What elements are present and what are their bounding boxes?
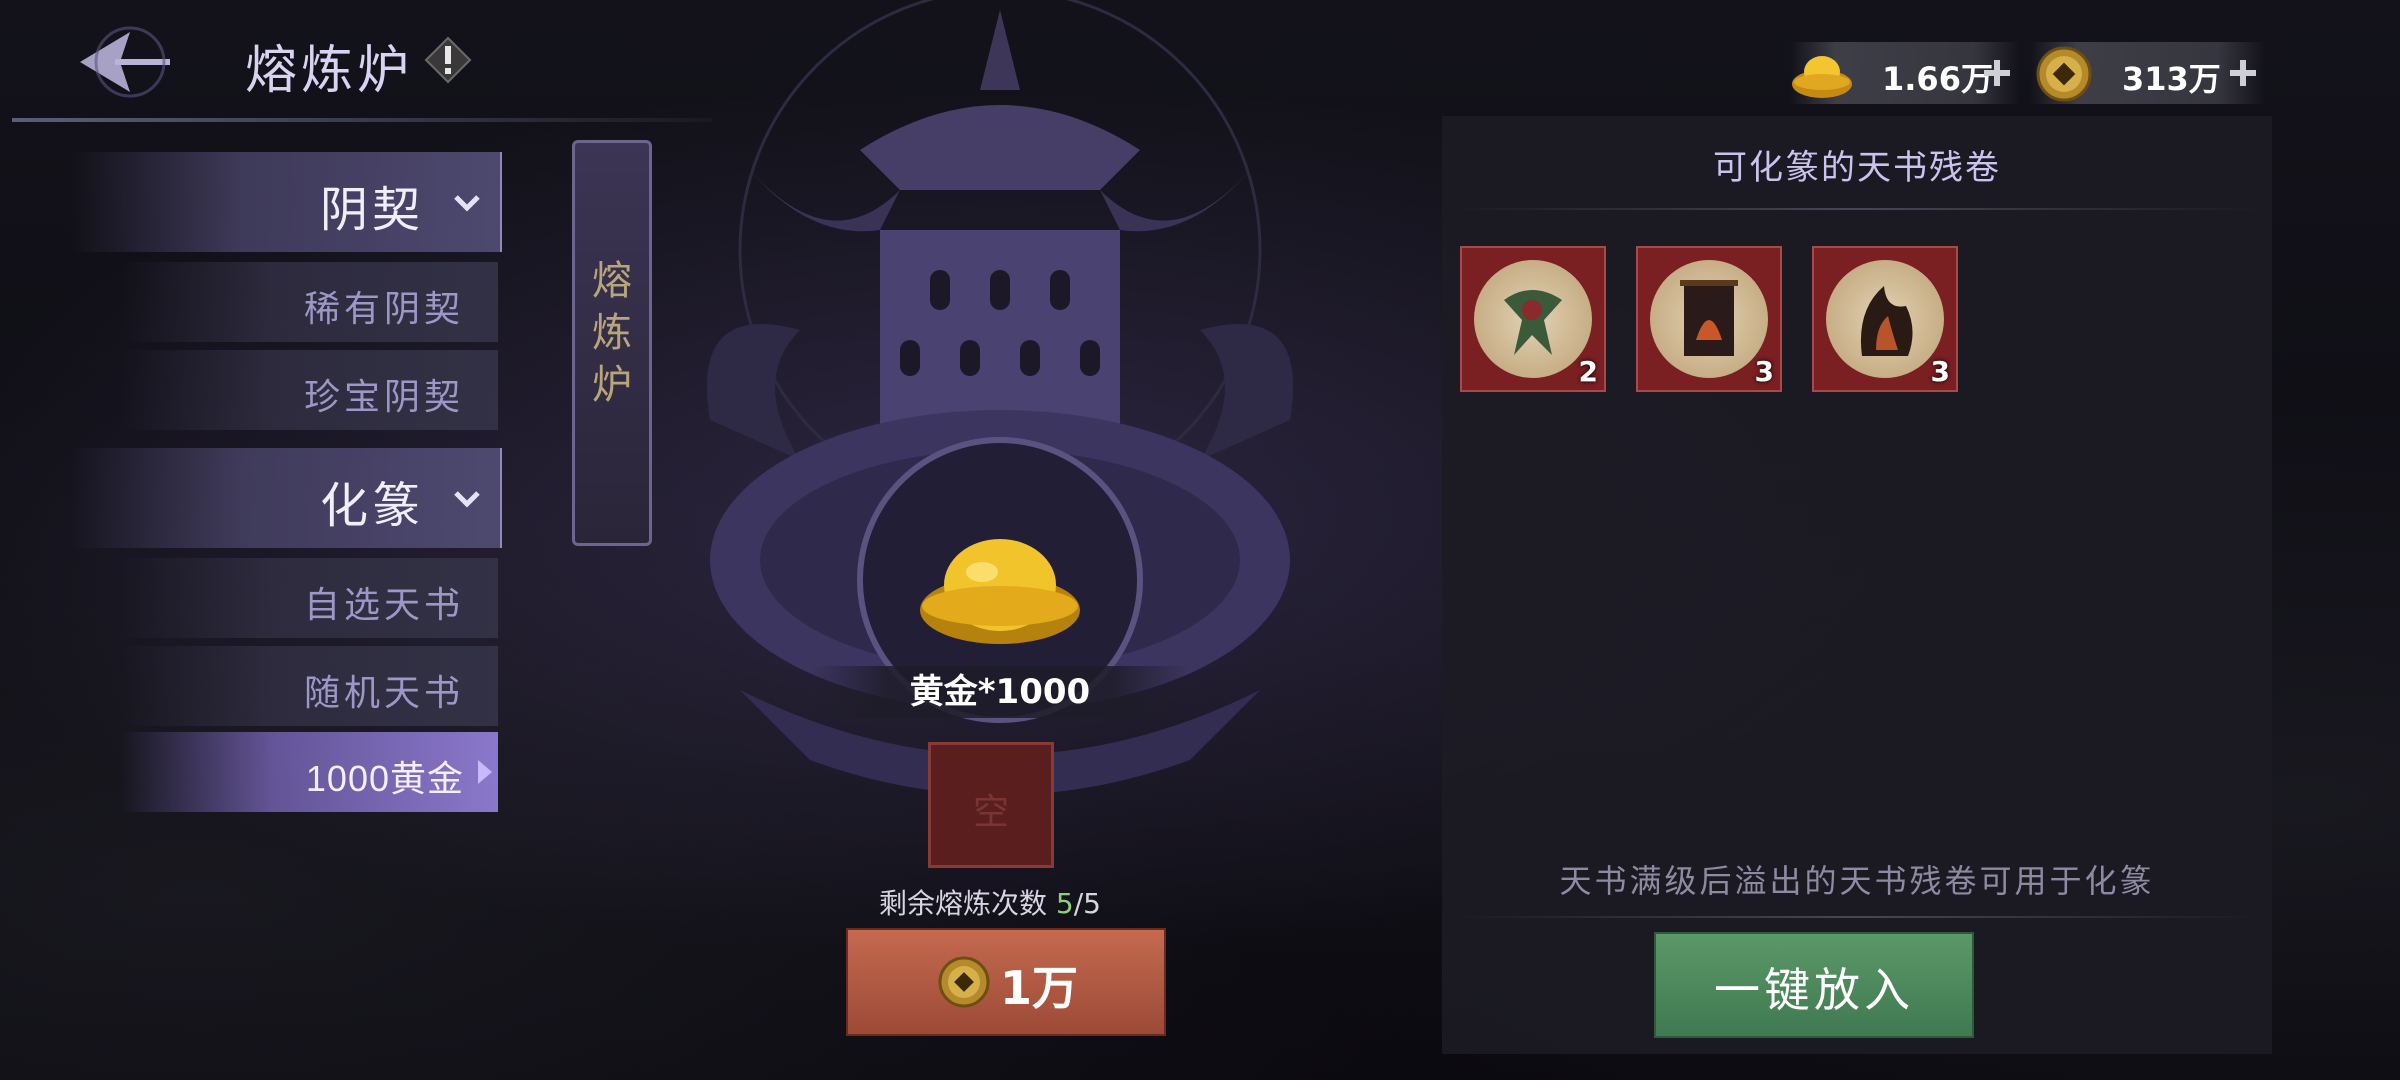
chevron-down-icon [454,195,480,212]
add-coin-button[interactable] [2226,56,2260,90]
back-button[interactable] [60,22,200,102]
menu-item-label: 稀有阴契 [303,289,464,330]
scroll-fragment-bird-icon [1474,260,1592,378]
add-gold-button[interactable] [1980,56,2014,90]
panel-title: 可化篆的天书残卷 [1713,148,2001,188]
header-divider [12,118,712,122]
remaining-current: 5 [1055,887,1074,920]
menu-item-label: 自选天书 [303,585,464,626]
copper-coin-icon [2036,46,2092,102]
gold-currency: 1.66万 [1790,42,2020,104]
menu-item-select-book[interactable]: 自选天书 [120,558,498,638]
selected-arrow-icon [478,760,492,784]
panel-divider [1454,916,2260,918]
menu-item-label: 1000黄金 [305,758,464,799]
remaining-count: 剩余熔炼次数 5/5 [850,882,1130,922]
info-button[interactable] [424,36,472,84]
fragment-count: 3 [1754,355,1774,388]
panel-hint: 天书满级后溢出的天书残卷可用于化篆 [1559,862,2155,900]
menu-item-1000-gold[interactable]: 1000黄金 [120,732,498,812]
menu-item-random-book[interactable]: 随机天书 [120,646,498,726]
fragment-count: 3 [1930,355,1950,388]
coin-currency: 313万 [2030,42,2265,104]
fragment-count: 2 [1578,355,1598,388]
copper-coin-icon [938,956,990,1008]
chevron-down-icon [454,491,480,508]
empty-slot-label: 空 [972,792,1009,833]
smelt-cost: 1万 [1000,961,1079,1015]
coin-value: 313万 [2122,60,2221,98]
menu-category-label: 阴契 [319,182,424,238]
menu-category-label: 化篆 [319,478,424,534]
smelt-button[interactable]: 1万 [846,928,1166,1036]
remaining-label: 剩余熔炼次数 [879,887,1048,920]
put-all-button[interactable]: 一键放入 [1654,932,1974,1038]
back-arrow-icon [80,26,170,98]
menu-category-huazhuan[interactable]: 化篆 [70,448,502,548]
empty-slot[interactable]: 空 [928,742,1054,868]
menu-item-treasure-yinqi[interactable]: 珍宝阴契 [120,350,498,430]
remaining-total: /5 [1073,887,1101,920]
gold-value: 1.66万 [1882,60,1993,98]
reward-label: 黄金*1000 [810,666,1190,718]
fragment-item[interactable]: 3 [1812,246,1958,392]
scroll-fragment-banner-icon [1650,260,1768,378]
put-all-label: 一键放入 [1714,963,1914,1017]
panel-divider [1454,208,2260,210]
scroll-fragment-flame-icon [1826,260,1944,378]
gold-ingot-icon [1792,56,1852,98]
menu-item-rare-yinqi[interactable]: 稀有阴契 [120,262,498,342]
menu-item-label: 随机天书 [303,673,464,714]
fragment-item[interactable]: 2 [1460,246,1606,392]
menu-category-yinqi[interactable]: 阴契 [70,152,502,252]
fragment-item[interactable]: 3 [1636,246,1782,392]
fragment-panel: 可化篆的天书残卷 2 3 3 天书满级后溢出的天书残卷可用于化篆 一键放入 [1442,116,2272,1054]
page-title: 熔炼炉 [245,41,414,101]
exclamation-icon [424,36,472,84]
menu-item-label: 珍宝阴契 [303,377,464,418]
